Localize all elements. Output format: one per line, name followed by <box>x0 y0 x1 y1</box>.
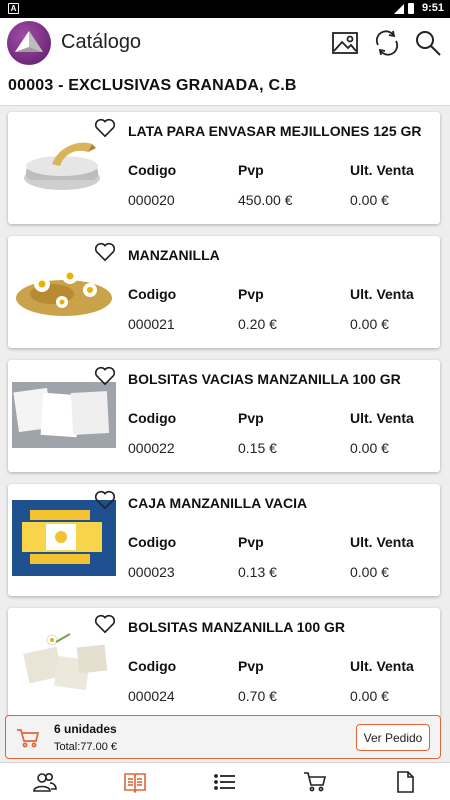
product-pvp: 0.20 € <box>238 316 277 332</box>
code-label: Codigo <box>128 658 177 674</box>
pvp-label: Pvp <box>238 286 264 302</box>
product-pvp: 0.13 € <box>238 564 277 580</box>
product-image-box <box>12 500 116 576</box>
last-sale-label: Ult. Venta <box>350 162 414 178</box>
last-sale-label: Ult. Venta <box>350 410 414 426</box>
refresh-icon[interactable] <box>372 28 402 58</box>
favorite-heart-icon[interactable] <box>94 118 116 138</box>
product-pvp: 0.15 € <box>238 440 277 456</box>
client-header: 00003 - EXCLUSIVAS GRANADA, C.B <box>0 68 450 106</box>
product-list[interactable]: LATA PARA ENVASAR MEJILLONES 125 GR Codi… <box>0 110 450 760</box>
product-code: 000022 <box>128 440 175 456</box>
product-last-sale: 0.00 € <box>350 316 389 332</box>
document-icon[interactable] <box>360 763 450 800</box>
cart-icon <box>17 729 40 748</box>
cart-summary-bar[interactable]: 6 unidades Total:77.00 € Ver Pedido <box>5 715 441 759</box>
product-code: 000020 <box>128 192 175 208</box>
last-sale-label: Ult. Venta <box>350 286 414 302</box>
app-bar: Catálogo <box>0 18 450 68</box>
favorite-heart-icon[interactable] <box>94 242 116 262</box>
product-card[interactable]: LATA PARA ENVASAR MEJILLONES 125 GR Codi… <box>8 112 440 224</box>
cart-nav-icon[interactable] <box>270 763 360 800</box>
product-image-tea-bags <box>12 630 116 696</box>
status-bar: A 9:51 <box>0 0 450 18</box>
search-icon[interactable] <box>413 28 443 58</box>
product-name: LATA PARA ENVASAR MEJILLONES 125 GR <box>128 123 422 139</box>
bottom-nav <box>0 762 450 800</box>
product-last-sale: 0.00 € <box>350 688 389 704</box>
page-title: Catálogo <box>61 31 142 53</box>
code-label: Codigo <box>128 534 177 550</box>
pvp-label: Pvp <box>238 162 264 178</box>
code-label: Codigo <box>128 410 177 426</box>
product-card[interactable]: MANZANILLA Codigo Pvp Ult. Venta 000021 … <box>8 236 440 348</box>
product-last-sale: 0.00 € <box>350 192 389 208</box>
status-time: 9:51 <box>421 2 444 14</box>
product-image-chamomile <box>16 268 112 316</box>
product-card[interactable]: BOLSITAS MANZANILLA 100 GR Codigo Pvp Ul… <box>8 608 440 720</box>
notification-icon: A <box>8 3 19 14</box>
last-sale-label: Ult. Venta <box>350 534 414 550</box>
product-pvp: 0.70 € <box>238 688 277 704</box>
favorite-heart-icon[interactable] <box>94 614 116 634</box>
product-name: BOLSITAS MANZANILLA 100 GR <box>128 619 346 635</box>
signal-icon <box>394 4 404 14</box>
battery-icon <box>408 3 414 14</box>
product-image-tin <box>24 142 100 190</box>
cart-total: Total:77.00 € <box>54 741 117 753</box>
favorite-heart-icon[interactable] <box>94 366 116 386</box>
product-image-empty-bags <box>12 382 116 448</box>
product-name: CAJA MANZANILLA VACIA <box>128 495 308 511</box>
clients-icon[interactable] <box>0 763 90 800</box>
app-logo-icon <box>7 21 51 65</box>
product-card[interactable]: BOLSITAS VACIAS MANZANILLA 100 GR Codigo… <box>8 360 440 472</box>
cart-units: 6 unidades <box>54 722 117 736</box>
favorite-heart-icon[interactable] <box>94 490 116 510</box>
list-icon[interactable] <box>180 763 270 800</box>
product-pvp: 450.00 € <box>238 192 293 208</box>
product-code: 000021 <box>128 316 175 332</box>
product-name: BOLSITAS VACIAS MANZANILLA 100 GR <box>128 371 401 387</box>
product-code: 000023 <box>128 564 175 580</box>
pvp-label: Pvp <box>238 534 264 550</box>
product-card[interactable]: CAJA MANZANILLA VACIA Codigo Pvp Ult. Ve… <box>8 484 440 596</box>
pvp-label: Pvp <box>238 658 264 674</box>
pvp-label: Pvp <box>238 410 264 426</box>
catalog-icon[interactable] <box>90 763 180 800</box>
client-name: 00003 - EXCLUSIVAS GRANADA, C.B <box>8 77 297 94</box>
product-code: 000024 <box>128 688 175 704</box>
product-name: MANZANILLA <box>128 247 220 263</box>
product-last-sale: 0.00 € <box>350 564 389 580</box>
image-icon[interactable] <box>330 28 360 58</box>
code-label: Codigo <box>128 162 177 178</box>
code-label: Codigo <box>128 286 177 302</box>
product-last-sale: 0.00 € <box>350 440 389 456</box>
view-order-button[interactable]: Ver Pedido <box>356 724 430 751</box>
last-sale-label: Ult. Venta <box>350 658 414 674</box>
